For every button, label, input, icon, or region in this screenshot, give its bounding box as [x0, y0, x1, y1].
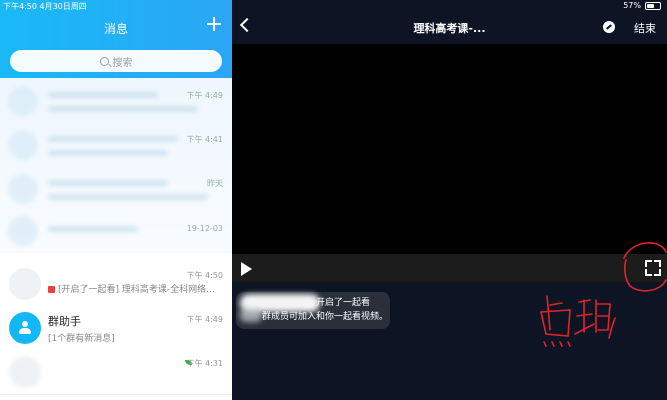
redacted-text	[48, 226, 138, 232]
list-item[interactable]	[8, 170, 224, 210]
chat-time: 下午 4:31	[186, 359, 223, 368]
notification-line-1: 开启了一起看	[316, 298, 371, 308]
avatar	[8, 86, 38, 116]
message-list-panel: 消息 搜索 下午 4:49 下午 4:41 昨天 19-12-03 下午 4:5…	[0, 0, 232, 400]
redacted-text	[240, 308, 262, 322]
page-title: 消息	[103, 22, 128, 36]
avatar	[8, 216, 38, 246]
avatar	[8, 174, 38, 204]
chat-time: 19-12-03	[186, 224, 223, 233]
list-item[interactable]	[8, 82, 224, 122]
chat-name: 群助手	[48, 315, 81, 328]
search-placeholder: 搜索	[112, 57, 133, 69]
fullscreen-icon	[654, 260, 661, 267]
video-panel: 理科高考课-... 结束 开启了一起看 群成员可加入和你一起看视频。	[232, 0, 667, 400]
list-item[interactable]: 下午 4:31	[0, 350, 232, 395]
handwriting-stroke	[549, 302, 563, 306]
redacted-text	[48, 194, 208, 200]
notification-line-2: 群成员可加入和你一起看视频。	[262, 312, 389, 322]
fullscreen-icon	[654, 269, 661, 276]
share-icon[interactable]	[603, 21, 615, 33]
handwriting-stroke	[595, 303, 611, 331]
handwriting-stroke	[540, 309, 571, 337]
fullscreen-button[interactable]	[645, 260, 661, 276]
redacted-text	[48, 180, 168, 186]
video-title: 理科高考课-...	[413, 22, 486, 35]
battery-level	[647, 3, 654, 8]
list-item-group-assistant[interactable]: 群助手 下午 4:49 [1个群有新消息]	[0, 306, 232, 351]
search-icon	[99, 56, 109, 66]
player-controls	[232, 254, 667, 282]
avatar	[9, 268, 41, 300]
redacted-text	[48, 136, 178, 142]
chat-time: 下午 4:49	[186, 91, 223, 100]
chat-preview-text: [开启了一起看] 理科高考课-全科网络...	[58, 285, 215, 295]
blurred-chat-list: 下午 4:49 下午 4:41 昨天 19-12-03	[0, 78, 232, 253]
status-bar: 下午4:50 4月30日周四 57%	[0, 0, 667, 12]
handwriting-stroke	[546, 295, 551, 331]
handwriting-stroke	[543, 341, 571, 347]
chat-time: 下午 4:50	[186, 271, 223, 280]
person-icon	[18, 321, 32, 335]
list-item[interactable]	[8, 126, 224, 166]
avatar	[8, 130, 38, 160]
handwriting-stroke	[574, 323, 595, 335]
chat-preview: [开启了一起看] 理科高考课-全科网络...	[48, 282, 226, 295]
search-input[interactable]: 搜索	[10, 50, 222, 72]
battery-percent: 57%	[623, 1, 641, 10]
video-player[interactable]	[232, 44, 667, 254]
handwriting-stroke	[578, 299, 591, 303]
fullscreen-icon	[645, 269, 652, 276]
group-assistant-avatar	[9, 312, 41, 344]
handwriting-stroke	[608, 317, 616, 339]
watch-together-notification: 开启了一起看 群成员可加入和你一起看视频。	[236, 292, 390, 329]
chat-time: 下午 4:49	[186, 315, 223, 324]
list-item[interactable]: 下午 4:50 [开启了一起看] 理科高考课-全科网络...	[0, 262, 232, 307]
add-button[interactable]	[206, 16, 222, 32]
battery-icon	[645, 1, 661, 10]
redacted-text	[48, 92, 158, 98]
end-button[interactable]: 结束	[634, 20, 656, 36]
chat-preview: [1个群有新消息]	[48, 334, 115, 344]
status-time-date: 下午4:50 4月30日周四	[3, 2, 87, 11]
avatar	[9, 356, 41, 388]
redacted-text	[48, 106, 198, 112]
redacted-text	[48, 150, 168, 156]
video-tag-icon	[48, 286, 55, 293]
play-button[interactable]	[241, 262, 252, 276]
chat-time: 昨天	[207, 179, 223, 188]
chat-time: 下午 4:41	[186, 135, 223, 144]
fullscreen-icon	[645, 260, 652, 267]
status-indicators: 57%	[623, 1, 661, 10]
handwriting-stroke	[576, 313, 593, 317]
